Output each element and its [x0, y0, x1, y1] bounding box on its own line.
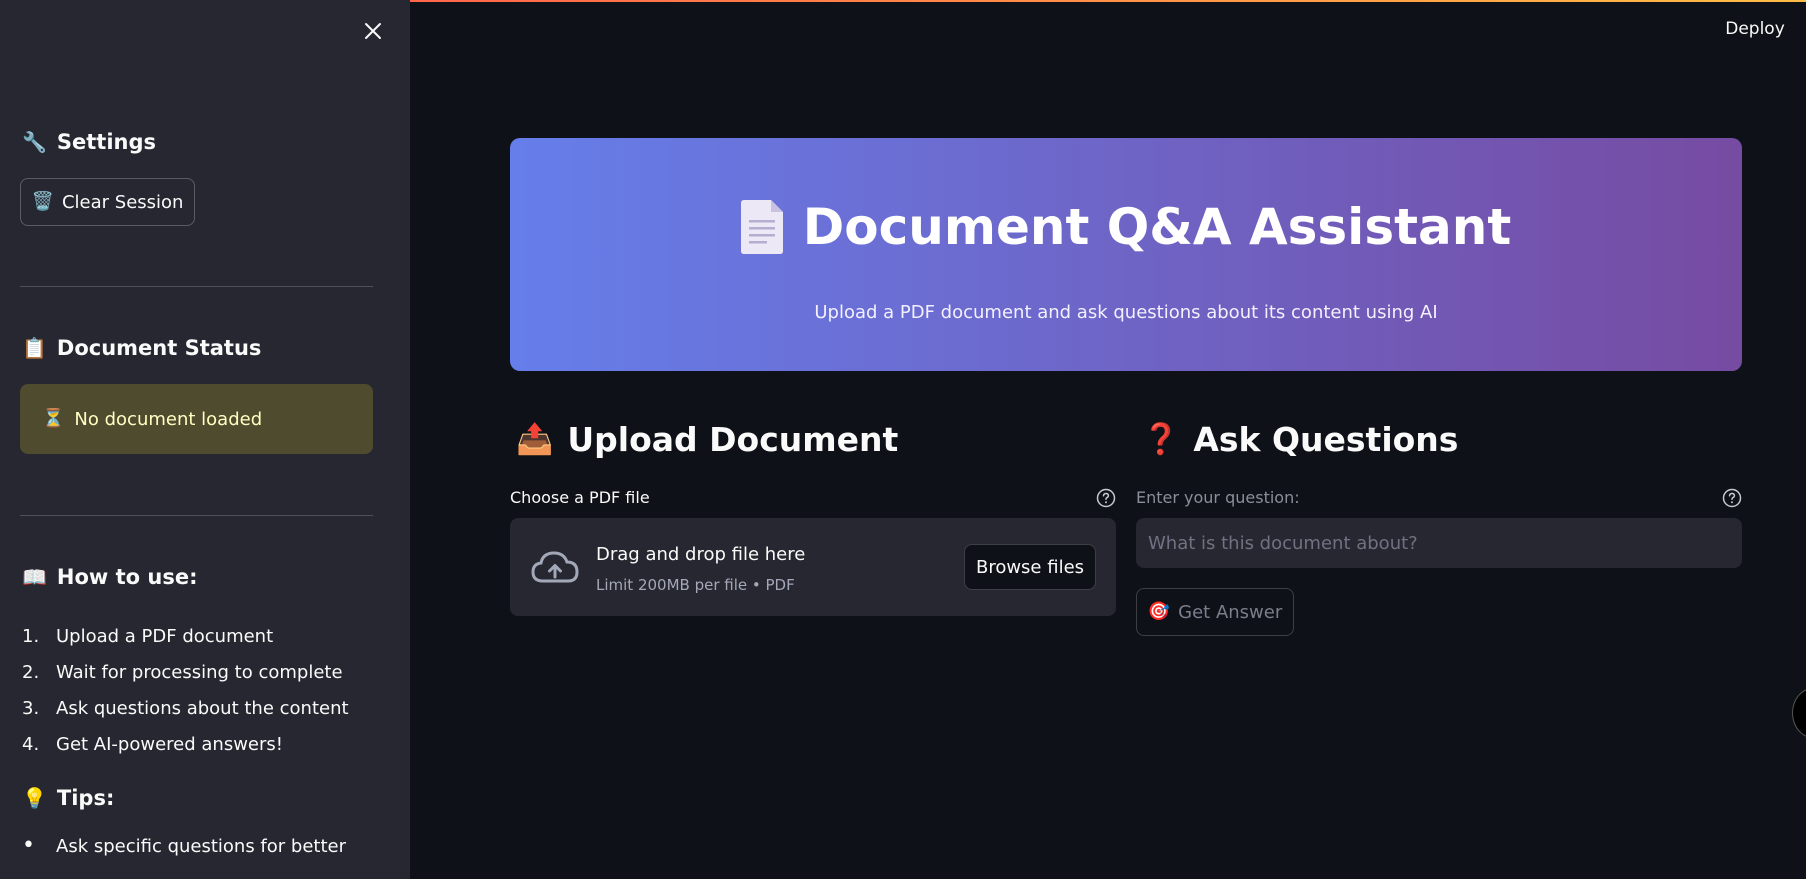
list-item: 4. Get AI-powered answers!	[22, 726, 349, 762]
hero-subtitle: Upload a PDF document and ask questions …	[814, 302, 1438, 323]
cloud-upload-icon	[531, 551, 579, 583]
close-sidebar-button[interactable]	[358, 16, 388, 46]
outbox-tray-icon: 📤	[516, 421, 554, 457]
wrench-icon: 🔧	[22, 130, 47, 154]
floating-status-widget[interactable]	[1792, 688, 1806, 738]
document-icon	[740, 200, 783, 254]
document-status-heading-text: Document Status	[56, 336, 262, 360]
how-to-use-heading-text: How to use:	[56, 565, 198, 589]
clear-session-button[interactable]: 🗑️ Clear Session	[20, 178, 195, 226]
how-to-steps-list: 1. Upload a PDF document 2. Wait for proce…	[22, 618, 349, 762]
settings-heading-text: Settings	[56, 130, 157, 154]
step-text: Upload a PDF document	[56, 625, 274, 647]
dropzone-limit-text: Limit 200MB per file • PDF	[596, 576, 795, 594]
question-input[interactable]	[1136, 518, 1742, 568]
close-icon[interactable]	[364, 22, 382, 40]
get-answer-label: Get Answer	[1178, 601, 1283, 623]
step-number: 3.	[22, 697, 40, 719]
trash-icon: 🗑️	[31, 191, 54, 212]
question-mark-icon: ❓	[1142, 421, 1180, 457]
target-icon: 🎯	[1147, 601, 1171, 622]
question-label: Enter your question:	[1136, 488, 1300, 507]
help-icon[interactable]	[1722, 488, 1742, 508]
step-number: 1.	[22, 625, 40, 647]
tips-heading-text: Tips:	[56, 786, 115, 810]
upload-heading: 📤 Upload Document	[516, 420, 898, 459]
step-text: Wait for processing to complete	[56, 661, 343, 683]
list-item: 3. Ask questions about the content	[22, 690, 349, 726]
tip-text: Ask specific questions for better	[56, 835, 346, 857]
step-number: 2.	[22, 661, 40, 683]
help-icon[interactable]	[1096, 488, 1116, 508]
hero-title: Document Q&A Assistant	[510, 198, 1742, 256]
bullet-icon: •	[22, 833, 35, 858]
document-status-heading: 📋 Document Status	[22, 336, 261, 360]
ask-questions-heading-text: Ask Questions	[1193, 420, 1459, 459]
hourglass-icon: ⏳	[42, 408, 65, 429]
how-to-use-heading: 📖 How to use:	[22, 565, 198, 589]
list-item: 1. Upload a PDF document	[22, 618, 349, 654]
dropzone-title: Drag and drop file here	[596, 544, 806, 565]
divider	[20, 286, 373, 287]
tips-heading: 💡 Tips:	[22, 786, 114, 810]
clear-session-label: Clear Session	[61, 191, 184, 213]
settings-heading: 🔧 Settings	[22, 130, 156, 154]
ask-questions-heading: ❓ Ask Questions	[1142, 420, 1458, 459]
step-text: Get AI-powered answers!	[56, 733, 283, 755]
deploy-button[interactable]: Deploy	[1715, 14, 1795, 44]
document-status-message: No document loaded	[74, 408, 263, 430]
book-icon: 📖	[22, 565, 47, 589]
divider	[20, 515, 373, 516]
upload-heading-text: Upload Document	[567, 420, 899, 459]
hero-title-text: Document Q&A Assistant	[802, 198, 1512, 256]
document-status-alert: ⏳ No document loaded	[20, 384, 373, 454]
sidebar: 🔧 Settings 🗑️ Clear Session 📋 Document S…	[0, 0, 410, 879]
file-dropzone[interactable]: Drag and drop file here Limit 200MB per …	[510, 518, 1116, 616]
tips-list: • Ask specific questions for better	[22, 835, 346, 857]
get-answer-button[interactable]: 🎯 Get Answer	[1136, 588, 1294, 636]
step-text: Ask questions about the content	[56, 697, 349, 719]
lightbulb-icon: 💡	[22, 786, 47, 810]
step-number: 4.	[22, 733, 40, 755]
list-item: • Ask specific questions for better	[22, 835, 346, 857]
pdf-file-label: Choose a PDF file	[510, 488, 650, 507]
hero-banner: Document Q&A Assistant Upload a PDF docu…	[510, 138, 1742, 371]
list-item: 2. Wait for processing to complete	[22, 654, 349, 690]
clipboard-icon: 📋	[22, 336, 47, 360]
browse-files-button[interactable]: Browse files	[964, 544, 1096, 590]
